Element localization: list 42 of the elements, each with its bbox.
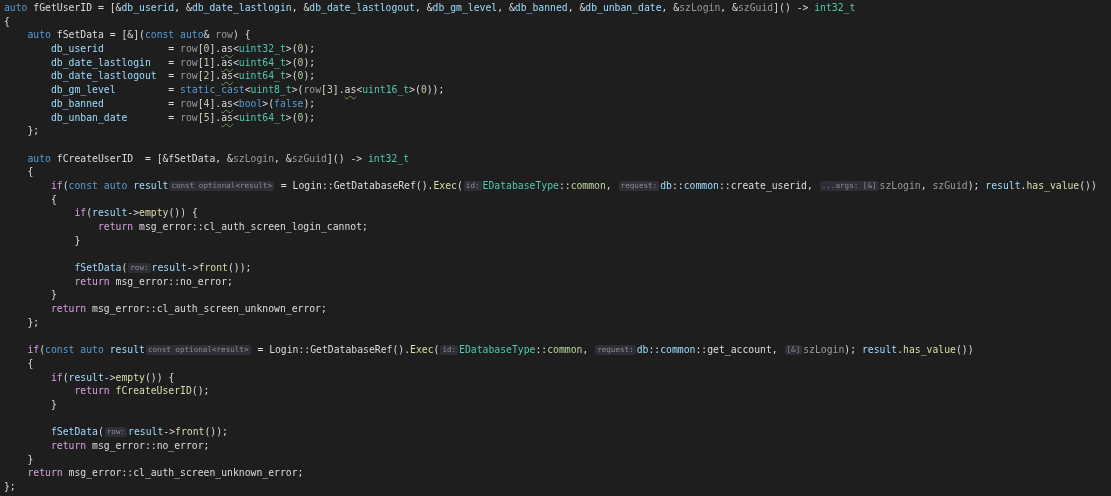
- code-text: auto fGetUserID = [&db_userid, &db_date_lastlogin, &db_date_lastlogout, &db_gm_level, &db_banned, &db_unban_date, &szLogin, &szGuid]() -> int32_t: [4, 2, 856, 13]
- code-text: db::common::create_userid,: [660, 179, 814, 191]
- code-text: {: [26, 357, 34, 369]
- code-text: if(const auto result: [26, 344, 145, 356]
- code-text: return msg_error::cl_auth_screen_unknown_error;: [49, 303, 327, 315]
- code-text: if(const auto result: [49, 179, 169, 191]
- code-text: }: [73, 234, 81, 246]
- code-text: if(result->empty()) {: [49, 371, 175, 383]
- code-text: db_userid = row[0].as<uint32_t>(0);: [49, 43, 316, 55]
- code-text: szLogin); result.has_value()): [803, 344, 974, 356]
- code-text: db_date_lastlogin = row[1].as<uint64_t>(0);: [49, 56, 316, 68]
- code-text: db::common::get_account,: [636, 344, 779, 356]
- code-text: {: [4, 15, 10, 27]
- code-text: if(result->empty()) {: [73, 207, 198, 219]
- code-text: result->front());: [128, 426, 228, 438]
- code-text: szLogin, szGuid); result.has_value()): [879, 179, 1097, 191]
- code-text: = Login::GetDatabaseRef().Exec(: [279, 179, 463, 191]
- code-text: auto fSetData = [&](const auto& row) {: [26, 29, 251, 41]
- code-text: {: [49, 193, 57, 205]
- code-text: EDatabaseType::common,: [482, 179, 613, 191]
- code-text: return msg_error::cl_auth_screen_login_cannot;: [96, 221, 368, 232]
- code-text: fSetData(: [73, 262, 128, 274]
- code-text: db_banned = row[4].as<bool>(false);: [49, 97, 316, 109]
- code-text: fSetData(: [49, 426, 104, 438]
- code-text: db_gm_level = static_cast<uint8_t>(row[3].as<uint16_t>(0));: [49, 84, 445, 96]
- code-text: };: [26, 125, 40, 137]
- code-text: db_unban_date = row[5].as<uint64_t>(0);: [49, 111, 316, 123]
- code-text: db_date_lastlogout = row[2].as<uint64_t>(0);: [49, 70, 316, 82]
- code-text: }: [49, 289, 57, 301]
- code-text: }: [26, 453, 34, 465]
- code-text: return msg_error::no_error;: [49, 440, 210, 451]
- code-text: auto fCreateUserID = [&fSetData, &szLogin, &szGuid]() -> int32_t: [26, 152, 410, 164]
- code-text: };: [26, 316, 40, 328]
- code-text: }: [49, 398, 57, 410]
- code-text: EDatabaseType::common,: [459, 344, 590, 356]
- code-text: };: [4, 481, 16, 493]
- code-text: return fCreateUserID();: [73, 385, 210, 397]
- code-text: = Login::GetDatabaseRef().Exec(: [256, 344, 440, 356]
- code-text: return msg_error::no_error;: [73, 275, 233, 287]
- code-text: result->front());: [151, 262, 252, 274]
- code-text: return msg_error::cl_auth_screen_unknown_error;: [26, 467, 304, 479]
- code-text: {: [26, 166, 34, 178]
